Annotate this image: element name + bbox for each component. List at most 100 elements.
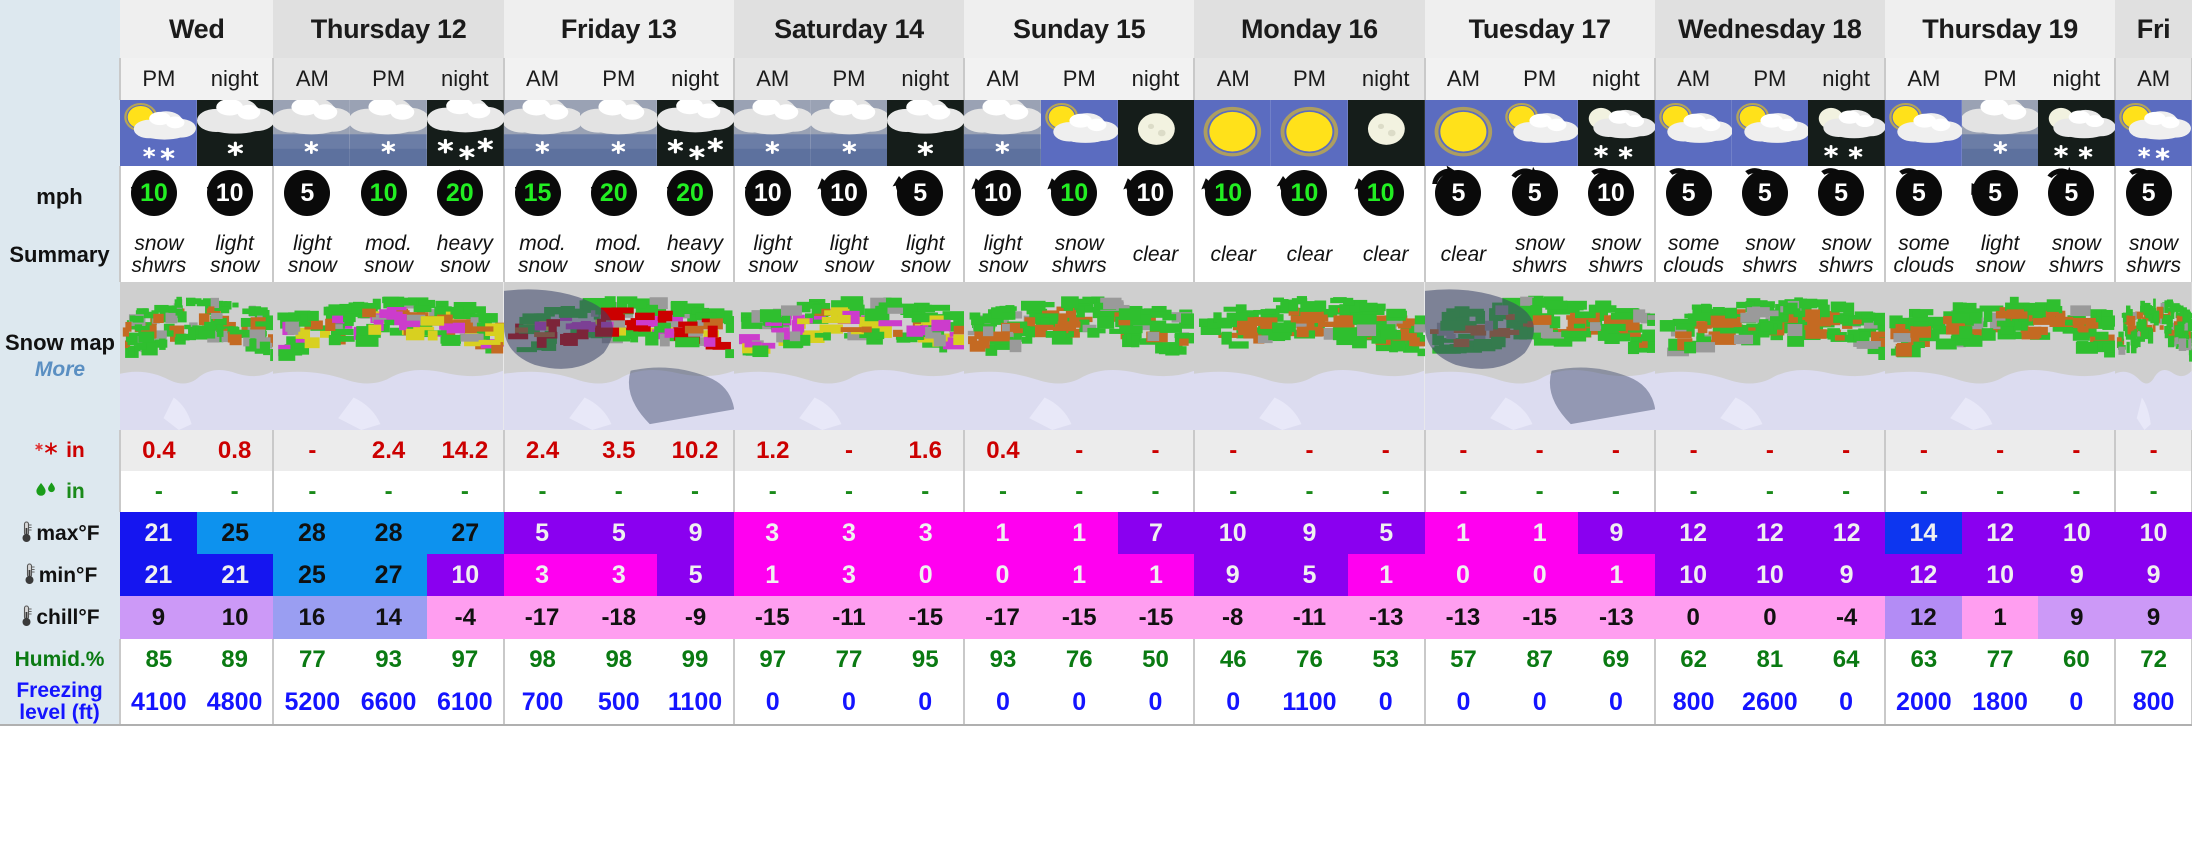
weather-icon-cell-22[interactable]: [1808, 100, 1885, 166]
weather-icon-cell-9[interactable]: [810, 100, 888, 166]
weather-icon-cell-7[interactable]: [657, 100, 734, 166]
period-header-am-8[interactable]: AM: [732, 58, 811, 100]
period-header-pm-21[interactable]: PM: [1731, 58, 1809, 100]
period-header-pm-0[interactable]: PM: [119, 58, 197, 100]
weather-icon-cell-17[interactable]: [1424, 100, 1502, 166]
wind-cell-7[interactable]: 20: [657, 166, 735, 228]
wind-cell-13[interactable]: 10: [1117, 166, 1196, 228]
weather-icon-sun-cloud: [1040, 100, 1118, 166]
period-header-am-14[interactable]: AM: [1193, 58, 1272, 100]
period-header-night-19[interactable]: night: [1578, 58, 1656, 100]
snow-map-cell-day-8[interactable]: [1885, 282, 2116, 430]
weather-icon-cell-21[interactable]: [1731, 100, 1809, 166]
period-header-am-2[interactable]: AM: [272, 58, 351, 100]
period-header-pm-18[interactable]: PM: [1501, 58, 1579, 100]
wind-cell-2[interactable]: 5: [272, 166, 351, 228]
period-header-night-13[interactable]: night: [1117, 58, 1196, 100]
weather-icon-cell-16[interactable]: [1347, 100, 1425, 166]
weather-icon-cell-12[interactable]: [1040, 100, 1118, 166]
weather-icon-cell-26[interactable]: [2115, 100, 2192, 166]
snow-map-more-link[interactable]: More: [0, 358, 120, 382]
weather-icon-cell-19[interactable]: [1578, 100, 1655, 166]
period-header-night-25[interactable]: night: [2038, 58, 2117, 100]
weather-icon-cell-4[interactable]: [426, 100, 504, 166]
weather-icon-cell-3[interactable]: [350, 100, 427, 166]
weather-icon-cell-20[interactable]: [1654, 100, 1732, 166]
wind-cell-21[interactable]: 5: [1731, 166, 1809, 228]
summary-row: Summary snow shwrs light snow light snow mod. sn…: [0, 228, 2192, 282]
period-header-am-26[interactable]: AM: [2114, 58, 2192, 100]
snow-map-cell-day-0[interactable]: [120, 282, 274, 430]
snow-map-cell-day-6[interactable]: [1424, 282, 1655, 430]
weather-icon-cell-0[interactable]: [120, 100, 197, 166]
period-header-night-7[interactable]: night: [657, 58, 735, 100]
wind-cell-9[interactable]: 10: [810, 166, 888, 228]
period-header-night-4[interactable]: night: [426, 58, 505, 100]
period-header-am-17[interactable]: AM: [1423, 58, 1502, 100]
weather-icon-cell-10[interactable]: [887, 100, 965, 166]
summary-line: snow: [1054, 231, 1104, 255]
period-header-night-1[interactable]: night: [196, 58, 275, 100]
wind-cell-20[interactable]: 5: [1653, 166, 1732, 228]
wind-cell-26[interactable]: 5: [2114, 166, 2192, 228]
period-header-am-5[interactable]: AM: [502, 58, 581, 100]
wind-cell-24[interactable]: 5: [1961, 166, 2039, 228]
weather-icon-moon-cloud-snow: [1578, 100, 1655, 166]
wind-cell-18[interactable]: 5: [1501, 166, 1579, 228]
weather-icon-cell-23[interactable]: [1885, 100, 1962, 166]
wind-cell-15[interactable]: 10: [1271, 166, 1348, 228]
wind-cell-14[interactable]: 10: [1193, 166, 1272, 228]
weather-icon-cell-8[interactable]: [733, 100, 811, 166]
snow-map-cell-day-1[interactable]: [273, 282, 504, 430]
weather-icon-cell-13[interactable]: [1117, 100, 1195, 166]
period-header-pm-3[interactable]: PM: [350, 58, 427, 100]
wind-cell-4[interactable]: 20: [426, 166, 505, 228]
period-header-pm-6[interactable]: PM: [580, 58, 658, 100]
snow-map-cell-day-9[interactable]: [2115, 282, 2192, 430]
snow-map-cell-day-7[interactable]: [1654, 282, 1885, 430]
wind-cell-12[interactable]: 10: [1040, 166, 1118, 228]
weather-icon-cell-11[interactable]: [964, 100, 1041, 166]
snow-map-cell-day-4[interactable]: [964, 282, 1195, 430]
period-header-am-11[interactable]: AM: [963, 58, 1041, 100]
weather-icon-cell-24[interactable]: [1961, 100, 2039, 166]
wind-cell-5[interactable]: 15: [502, 166, 581, 228]
weather-icon-cell-25[interactable]: [2038, 100, 2116, 166]
period-header-night-16[interactable]: night: [1347, 58, 1426, 100]
weather-icon-cell-18[interactable]: [1501, 100, 1579, 166]
weather-icon-cell-15[interactable]: [1271, 100, 1348, 166]
snow-map-cell-day-3[interactable]: [733, 282, 965, 430]
weather-icon-cell-5[interactable]: [503, 100, 581, 166]
wind-cell-6[interactable]: 20: [580, 166, 658, 228]
wind-cell-19[interactable]: 10: [1578, 166, 1656, 228]
wind-cell-16[interactable]: 10: [1347, 166, 1426, 228]
weather-icon-cell-2[interactable]: [273, 100, 351, 166]
wind-cell-10[interactable]: 5: [887, 166, 966, 228]
wind-cell-0[interactable]: 10: [119, 166, 197, 228]
period-header-am-20[interactable]: AM: [1653, 58, 1732, 100]
weather-icon-cell-6[interactable]: [580, 100, 658, 166]
wind-cell-3[interactable]: 10: [350, 166, 427, 228]
weather-icon-sun-clear: [1424, 100, 1502, 166]
snow-map-cell-day-2[interactable]: [503, 282, 734, 430]
wind-cell-22[interactable]: 5: [1808, 166, 1886, 228]
wind-badge-wrap: 5: [1964, 168, 2036, 222]
hum-cell-16: 53: [1347, 639, 1426, 680]
wind-cell-8[interactable]: 10: [732, 166, 811, 228]
snow-map-cell-day-5[interactable]: [1194, 282, 1425, 430]
period-header-night-10[interactable]: night: [887, 58, 966, 100]
wind-cell-11[interactable]: 10: [963, 166, 1041, 228]
period-header-pm-24[interactable]: PM: [1961, 58, 2039, 100]
period-header-pm-15[interactable]: PM: [1271, 58, 1348, 100]
period-header-night-22[interactable]: night: [1808, 58, 1886, 100]
weather-icon-cell-14[interactable]: [1194, 100, 1272, 166]
wind-speed-badge: 5: [284, 169, 331, 216]
wind-cell-25[interactable]: 5: [2038, 166, 2117, 228]
weather-icon-cell-1[interactable]: [196, 100, 274, 166]
wind-cell-1[interactable]: 10: [196, 166, 275, 228]
wind-cell-23[interactable]: 5: [1884, 166, 1962, 228]
period-header-pm-9[interactable]: PM: [810, 58, 888, 100]
period-header-pm-12[interactable]: PM: [1040, 58, 1118, 100]
wind-cell-17[interactable]: 5: [1423, 165, 1502, 228]
period-header-am-23[interactable]: AM: [1884, 58, 1962, 100]
